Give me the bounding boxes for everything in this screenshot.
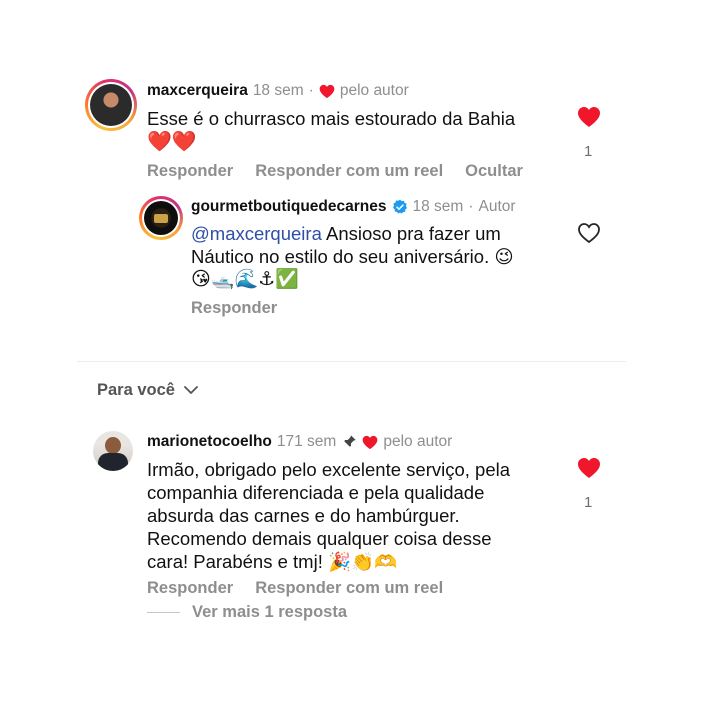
comment-username[interactable]: marionetocoelho — [147, 433, 272, 451]
comment-body-line: absurda das carnes e do hambúrguer. — [147, 505, 460, 526]
comment-text: Irmão, obrigado pelo excelente serviço, … — [147, 458, 567, 573]
reply-body-line: Ansioso pra fazer um — [321, 223, 501, 244]
user-photo-avatar — [90, 84, 132, 126]
comment-body-line: Recomendo demais qualquer coisa desse — [147, 528, 492, 549]
reply-button[interactable]: Responder — [147, 579, 233, 598]
section-label: Para você — [97, 381, 175, 399]
comment-actions: Responder Responder com um reel Ocultar — [147, 162, 523, 181]
comment-text: Esse é o churrasco mais estourado da Bah… — [147, 107, 567, 154]
view-more-label: Ver mais 1 resposta — [192, 603, 348, 621]
section-filter[interactable]: Para você — [97, 381, 198, 400]
comment-body-line: companhia diferenciada e pela qualidade — [147, 482, 485, 503]
comment-emojis: ❤️❤️ — [147, 131, 197, 153]
avatar-maxcerqueira[interactable] — [85, 79, 137, 131]
avatar-marionetocoelho[interactable] — [93, 431, 133, 471]
like-count: 1 — [584, 143, 593, 160]
reply-actions: Responder — [191, 299, 277, 318]
reply-button[interactable]: Responder — [191, 299, 277, 318]
liked-by-author-label: pelo autor — [383, 433, 453, 450]
reply-body-line: Náutico no estilo do seu aniversário. 😉 — [191, 246, 514, 267]
user-photo-avatar — [105, 437, 121, 454]
section-divider — [77, 361, 626, 362]
hide-button[interactable]: Ocultar — [465, 162, 523, 181]
view-more-replies[interactable]: Ver mais 1 resposta — [147, 603, 347, 622]
reply-with-reel-button[interactable]: Responder com um reel — [255, 579, 443, 598]
comment-time: 171 sem — [276, 433, 337, 450]
liked-by-author-heart-icon — [319, 84, 335, 98]
like-heart-filled-icon[interactable] — [577, 457, 601, 479]
like-heart-outline-icon[interactable] — [577, 222, 601, 244]
gourmet-logo-avatar — [144, 201, 178, 235]
comment-body-line: Irmão, obrigado pelo excelente serviço, … — [147, 459, 511, 480]
separator-dot: · — [308, 82, 314, 99]
reply-time: 18 sem — [412, 198, 464, 215]
pin-icon — [343, 435, 357, 448]
verified-badge-icon — [392, 199, 407, 214]
liked-by-author-heart-icon — [363, 435, 378, 449]
comment-body: Esse é o churrasco mais estourado da Bah… — [147, 108, 516, 129]
like-count: 1 — [584, 494, 593, 511]
reply-emojis: 😘🛥️🌊⚓✅ — [191, 269, 299, 290]
comment-username[interactable]: maxcerqueira — [147, 82, 248, 100]
like-heart-filled-icon[interactable] — [577, 106, 601, 128]
author-tag: Autor — [478, 198, 516, 215]
reply-text: @maxcerqueira Ansioso pra fazer um Náuti… — [191, 222, 571, 291]
reply-with-reel-button[interactable]: Responder com um reel — [255, 162, 443, 181]
comment-body-line: cara! Parabéns e tmj! 🎉👏🫶 — [147, 551, 398, 572]
liked-by-author-label: pelo autor — [339, 82, 409, 99]
reply-username[interactable]: gourmetboutiquedecarnes — [191, 198, 387, 216]
comment-time: 18 sem — [252, 82, 304, 99]
mention-link[interactable]: @maxcerqueira — [191, 223, 322, 244]
reply-button[interactable]: Responder — [147, 162, 233, 181]
thread-line — [147, 612, 180, 613]
avatar-gourmetboutiquedecarnes[interactable] — [139, 196, 183, 240]
comment-actions: Responder Responder com um reel — [147, 579, 443, 598]
chevron-down-icon — [184, 386, 198, 394]
separator-dot: · — [468, 198, 474, 215]
